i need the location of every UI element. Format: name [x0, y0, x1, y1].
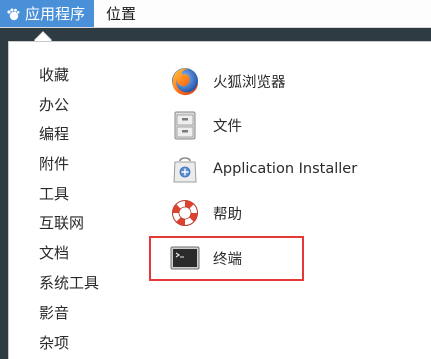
category-internet[interactable]: 互联网 [39, 212, 84, 234]
app-files[interactable]: 文件 [169, 106, 242, 144]
app-firefox[interactable]: 火狐浏览器 [169, 62, 286, 100]
places-menu-button[interactable]: 位置 [94, 0, 148, 27]
app-application-installer-label: Application Installer [213, 161, 358, 177]
category-system-tools[interactable]: 系统工具 [39, 272, 99, 294]
category-accessories[interactable]: 附件 [39, 153, 69, 175]
category-favorites[interactable]: 收藏 [39, 64, 69, 86]
terminal-icon [170, 246, 200, 270]
app-terminal-label: 终端 [213, 251, 242, 268]
gnome-foot-icon [7, 8, 20, 20]
category-office[interactable]: 办公 [39, 94, 69, 116]
app-help[interactable]: 帮助 [169, 194, 242, 232]
applications-dropdown: 收藏 办公 编程 附件 工具 互联网 文档 系统工具 影音 杂项 火狐浏览器 文… [8, 41, 431, 359]
app-terminal[interactable]: 终端 [169, 239, 242, 277]
app-files-label: 文件 [213, 118, 242, 135]
applications-menu-label: 应用程序 [25, 5, 86, 23]
category-documentation[interactable]: 文档 [39, 242, 69, 264]
top-panel: 应用程序 位置 [0, 0, 431, 28]
app-firefox-label: 火狐浏览器 [213, 74, 286, 91]
app-application-installer[interactable]: Application Installer [169, 150, 357, 188]
menu-pointer [34, 32, 52, 41]
applications-menu-button[interactable]: 应用程序 [0, 0, 95, 27]
places-menu-label: 位置 [106, 5, 137, 23]
software-bag-icon [173, 157, 197, 183]
category-utilities[interactable]: 工具 [39, 183, 69, 205]
firefox-icon [172, 68, 199, 96]
category-sound-video[interactable]: 影音 [39, 302, 69, 324]
lifebuoy-icon [172, 200, 198, 226]
app-help-label: 帮助 [213, 206, 242, 223]
file-cabinet-icon [174, 111, 196, 140]
category-sundry[interactable]: 杂项 [39, 332, 69, 354]
category-programming[interactable]: 编程 [39, 123, 69, 145]
